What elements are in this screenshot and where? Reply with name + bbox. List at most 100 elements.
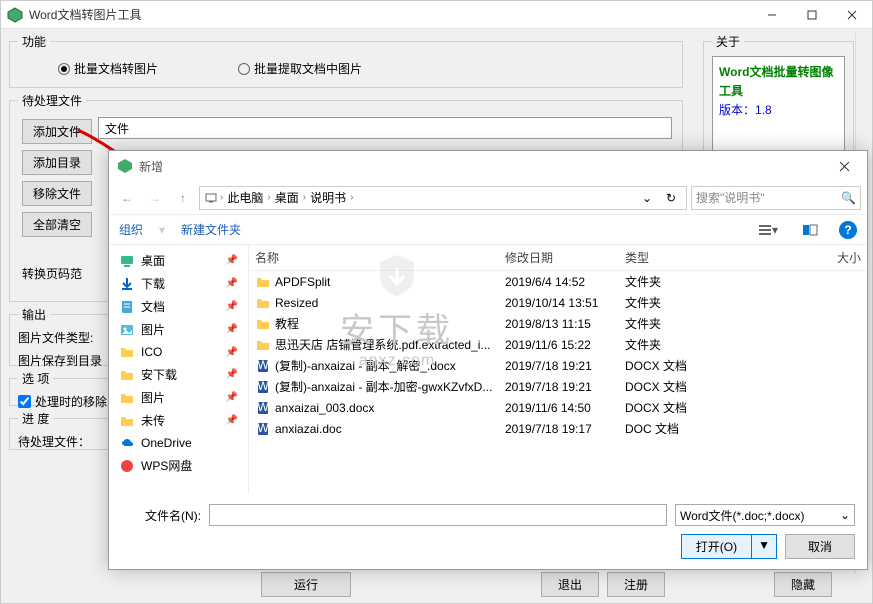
dialog-titlebar: 新增 bbox=[109, 151, 867, 181]
add-file-button[interactable]: 添加文件 bbox=[22, 119, 92, 144]
folder-icon bbox=[119, 413, 135, 429]
picture-icon bbox=[119, 322, 135, 338]
help-button[interactable]: ? bbox=[839, 221, 857, 239]
pin-icon: 📌 bbox=[226, 347, 238, 358]
col-type[interactable]: 类型 bbox=[625, 249, 715, 266]
dialog-close-button[interactable] bbox=[829, 152, 859, 180]
minimize-button[interactable] bbox=[752, 1, 792, 29]
tree-item[interactable]: 未传📌 bbox=[109, 409, 248, 432]
close-button[interactable] bbox=[832, 1, 872, 29]
search-input[interactable]: 搜索"说明书" 🔍 bbox=[691, 186, 861, 210]
filename-input[interactable] bbox=[209, 504, 667, 526]
col-size[interactable]: 大小 bbox=[715, 249, 861, 266]
open-dropdown[interactable]: ▼ bbox=[752, 534, 777, 559]
docx-icon: W bbox=[255, 358, 271, 374]
document-icon bbox=[119, 299, 135, 315]
nav-up-button[interactable]: ↑ bbox=[171, 186, 195, 210]
file-row[interactable]: 教程2019/8/13 11:15文件夹 bbox=[249, 313, 867, 334]
clear-all-button[interactable]: 全部清空 bbox=[22, 212, 92, 237]
file-list: 名称 修改日期 类型 大小 APDFSplit2019/6/4 14:52文件夹… bbox=[249, 245, 867, 494]
tree-item[interactable]: 桌面📌 bbox=[109, 249, 248, 272]
onedrive-icon bbox=[119, 435, 135, 451]
cancel-button[interactable]: 取消 bbox=[785, 534, 855, 559]
file-list-columns: 名称 修改日期 类型 大小 bbox=[249, 245, 867, 271]
pin-icon: 📌 bbox=[226, 369, 238, 380]
col-date[interactable]: 修改日期 bbox=[505, 249, 625, 266]
tree-item[interactable]: WPS网盘 bbox=[109, 454, 248, 477]
register-button[interactable]: 注册 bbox=[607, 572, 665, 597]
tree-item[interactable]: 安下载📌 bbox=[109, 363, 248, 386]
tree-item[interactable]: OneDrive bbox=[109, 432, 248, 454]
output-legend: 输出 bbox=[18, 306, 50, 323]
col-name[interactable]: 名称 bbox=[255, 249, 505, 266]
nav-forward-button[interactable]: → bbox=[143, 186, 167, 210]
dialog-icon bbox=[117, 158, 133, 174]
svg-text:W: W bbox=[257, 400, 269, 414]
page-range-label: 转换页码范 bbox=[22, 265, 92, 282]
func-legend: 功能 bbox=[18, 33, 50, 50]
breadcrumb[interactable]: › 此电脑 › 桌面 › 说明书 › ⌄ ↻ bbox=[199, 186, 687, 210]
svg-text:W: W bbox=[257, 379, 269, 393]
folder-icon bbox=[255, 274, 271, 290]
view-mode-button[interactable]: ▾ bbox=[755, 219, 781, 241]
tree-item[interactable]: 图片📌 bbox=[109, 386, 248, 409]
file-row[interactable]: W(复制)-anxaizai - 副本_解密_.docx2019/7/18 19… bbox=[249, 355, 867, 376]
file-row[interactable]: 思迅天店 店铺管理系统.pdf.extracted_i...2019/11/6 … bbox=[249, 334, 867, 355]
filename-label: 文件名(N): bbox=[121, 507, 201, 524]
pin-icon: 📌 bbox=[226, 324, 238, 335]
filter-combo[interactable]: Word文件(*.doc;*.docx) ⌄ bbox=[675, 504, 855, 526]
nav-back-button[interactable]: ← bbox=[115, 186, 139, 210]
folder-icon bbox=[119, 367, 135, 383]
file-row[interactable]: APDFSplit2019/6/4 14:52文件夹 bbox=[249, 271, 867, 292]
folder-icon bbox=[119, 344, 135, 360]
docx-icon: W bbox=[255, 400, 271, 416]
tree-item[interactable]: 下载📌 bbox=[109, 272, 248, 295]
file-row[interactable]: W(复制)-anxaizai - 副本-加密-gwxKZvfxD...2019/… bbox=[249, 376, 867, 397]
remove-file-button[interactable]: 移除文件 bbox=[22, 181, 92, 206]
new-folder-button[interactable]: 新建文件夹 bbox=[181, 221, 241, 238]
pending-legend: 待处理文件 bbox=[18, 92, 86, 109]
pin-icon: 📌 bbox=[226, 255, 238, 266]
folder-icon bbox=[119, 390, 135, 406]
dialog-footer: 文件名(N): Word文件(*.doc;*.docx) ⌄ 打开(O) ▼ 取… bbox=[109, 494, 867, 569]
about-title: Word文档批量转图像工具 bbox=[719, 63, 838, 101]
progress-legend: 进 度 bbox=[18, 410, 53, 427]
pc-icon bbox=[204, 191, 218, 205]
about-legend: 关于 bbox=[712, 33, 744, 50]
refresh-button[interactable]: ↻ bbox=[660, 187, 682, 209]
app-icon bbox=[7, 7, 23, 23]
file-row[interactable]: Resized2019/10/14 13:51文件夹 bbox=[249, 292, 867, 313]
file-row[interactable]: Wanxiazai.doc2019/7/18 19:17DOC 文档 bbox=[249, 418, 867, 439]
folder-icon bbox=[255, 295, 271, 311]
nav-tree: 桌面📌下载📌文档📌图片📌ICO📌安下载📌图片📌未传📌OneDriveWPS网盘 bbox=[109, 245, 249, 494]
open-button[interactable]: 打开(O) ▼ bbox=[681, 534, 777, 559]
desktop-icon bbox=[119, 253, 135, 269]
dialog-nav: ← → ↑ › 此电脑 › 桌面 › 说明书 › ⌄ ↻ 搜索"说明书" 🔍 bbox=[109, 181, 867, 215]
pin-icon: 📌 bbox=[226, 415, 238, 426]
exit-button[interactable]: 退出 bbox=[541, 572, 599, 597]
svg-text:W: W bbox=[257, 358, 269, 372]
folder-icon bbox=[255, 337, 271, 353]
folder-icon bbox=[255, 316, 271, 332]
run-button[interactable]: 运行 bbox=[261, 572, 351, 597]
crumb-dropdown[interactable]: ⌄ bbox=[636, 187, 658, 209]
chevron-down-icon: ⌄ bbox=[840, 508, 850, 522]
svg-text:W: W bbox=[257, 421, 269, 435]
tree-item[interactable]: 文档📌 bbox=[109, 295, 248, 318]
file-row[interactable]: Wanxaizai_003.docx2019/11/6 14:50DOCX 文档 bbox=[249, 397, 867, 418]
dialog-title: 新增 bbox=[139, 158, 829, 175]
organize-menu[interactable]: 组织 bbox=[119, 221, 143, 238]
preview-pane-button[interactable] bbox=[797, 219, 823, 241]
radio-batch-convert[interactable]: 批量文档转图片 bbox=[58, 60, 158, 77]
tree-item[interactable]: ICO📌 bbox=[109, 341, 248, 363]
hide-button[interactable]: 隐藏 bbox=[774, 572, 832, 597]
docx-icon: W bbox=[255, 379, 271, 395]
download-icon bbox=[119, 276, 135, 292]
maximize-button[interactable] bbox=[792, 1, 832, 29]
add-dir-button[interactable]: 添加目录 bbox=[22, 150, 92, 175]
radio-batch-extract[interactable]: 批量提取文档中图片 bbox=[238, 60, 362, 77]
func-group: 功能 批量文档转图片 批量提取文档中图片 bbox=[9, 33, 683, 88]
pin-icon: 📌 bbox=[226, 278, 238, 289]
dialog-toolbar: 组织 ▾ 新建文件夹 ▾ ? bbox=[109, 215, 867, 245]
tree-item[interactable]: 图片📌 bbox=[109, 318, 248, 341]
